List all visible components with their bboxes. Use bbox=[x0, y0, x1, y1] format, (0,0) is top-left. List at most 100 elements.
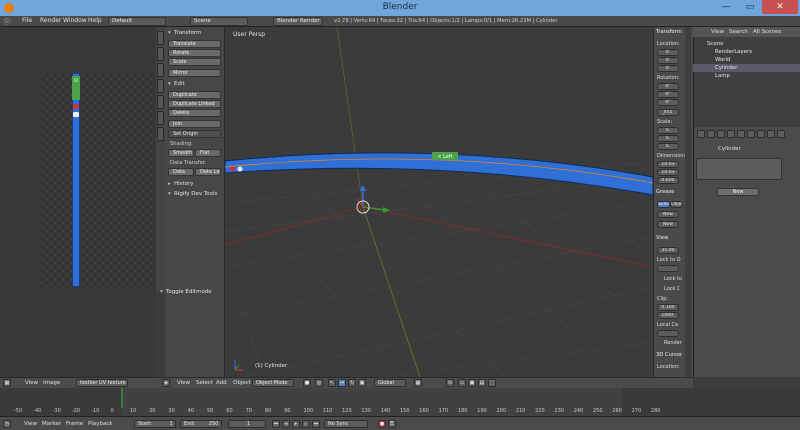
outliner-row-cylinder[interactable]: Cylinder bbox=[693, 64, 800, 72]
play-icon[interactable]: ▸ bbox=[292, 420, 300, 428]
outliner-row-renderlayers[interactable]: RenderLayers bbox=[693, 48, 800, 56]
location-x[interactable]: 0. bbox=[657, 49, 679, 56]
maximize-icon[interactable]: ▭ bbox=[738, 0, 762, 14]
dimension-y[interactable]: 10.63 bbox=[657, 169, 679, 176]
timeline-frame-menu[interactable]: Frame bbox=[66, 421, 83, 427]
rotation-x[interactable]: 0° bbox=[657, 83, 679, 90]
menu-file[interactable]: File bbox=[22, 17, 32, 24]
outliner-view-menu[interactable]: View bbox=[711, 29, 724, 35]
rotation-y[interactable]: 0° bbox=[657, 91, 679, 98]
data-button[interactable]: Data bbox=[168, 168, 194, 176]
view-panel-head[interactable]: View bbox=[656, 235, 668, 241]
end-frame-field[interactable]: End: 250 bbox=[180, 420, 222, 428]
timeline-view-menu[interactable]: View bbox=[24, 421, 37, 427]
transform-orientation-select[interactable]: Global bbox=[374, 379, 406, 387]
opengl-anim-icon[interactable]: ▤ bbox=[478, 379, 486, 387]
render-tab-icon[interactable] bbox=[697, 130, 705, 138]
world-tab-icon[interactable] bbox=[727, 130, 735, 138]
shading-mode-icon[interactable]: ● bbox=[303, 379, 311, 387]
data-layout-button[interactable]: Data Lay bbox=[195, 168, 221, 176]
timeline-marker-menu[interactable]: Marker bbox=[42, 421, 61, 427]
transform-panel-head[interactable]: Transform bbox=[165, 29, 225, 38]
vp-add-menu[interactable]: Add bbox=[216, 380, 227, 386]
scene-toggle[interactable]: Scene bbox=[657, 201, 670, 208]
scale-x[interactable]: 5. bbox=[657, 127, 679, 134]
editor-type-icon[interactable]: ◷ bbox=[3, 420, 11, 428]
rotate-button[interactable]: Rotate bbox=[168, 49, 221, 57]
location-z[interactable]: 0. bbox=[657, 65, 679, 72]
scale-z[interactable]: 5. bbox=[657, 143, 679, 150]
sync-mode-select[interactable]: No Sync bbox=[324, 420, 368, 428]
lock-camera-label[interactable]: Lock C bbox=[664, 286, 680, 292]
dimension-x[interactable]: 10.63 bbox=[657, 161, 679, 168]
scale-manipulator-icon[interactable]: ▣ bbox=[358, 379, 366, 387]
lens-field[interactable]: 35.00 bbox=[657, 247, 679, 254]
menu-render[interactable]: Render bbox=[40, 17, 61, 24]
vp-view-menu[interactable]: View bbox=[177, 380, 190, 386]
dimension-z[interactable]: 0.600 bbox=[657, 177, 679, 184]
editor-type-icon[interactable]: ▦ bbox=[3, 379, 11, 387]
properties-new-button[interactable]: New bbox=[717, 188, 759, 196]
rotation-z[interactable]: 0° bbox=[657, 99, 679, 106]
tab-create[interactable] bbox=[157, 47, 164, 61]
opengl-render-icon[interactable]: ▣ bbox=[468, 379, 476, 387]
material-tab-icon[interactable] bbox=[767, 130, 775, 138]
snap-icon[interactable]: ⊙ bbox=[446, 379, 454, 387]
join-button[interactable]: Join bbox=[168, 120, 221, 128]
tab-relations[interactable] bbox=[157, 63, 164, 77]
local-camera-field[interactable] bbox=[657, 330, 679, 337]
layers-tab-icon[interactable] bbox=[707, 130, 715, 138]
material-slot-list[interactable] bbox=[696, 158, 782, 180]
vp-object-menu[interactable]: Object bbox=[233, 380, 251, 386]
rigify-panel-head[interactable]: Rigify Dev Tools bbox=[165, 190, 225, 199]
tab-rigify[interactable] bbox=[157, 127, 164, 141]
modifiers-tab-icon[interactable] bbox=[747, 130, 755, 138]
layer-grid-icon[interactable]: ▦ bbox=[414, 379, 422, 387]
record-icon[interactable]: ● bbox=[378, 420, 386, 428]
tab-tools[interactable] bbox=[157, 31, 164, 45]
outliner-search-menu[interactable]: Search bbox=[729, 29, 748, 35]
z-arrow-icon[interactable] bbox=[360, 185, 366, 191]
tab-animation[interactable] bbox=[157, 79, 164, 93]
duplicate-button[interactable]: Duplicate bbox=[168, 91, 221, 99]
history-panel-head[interactable]: History bbox=[165, 180, 225, 189]
uv-image-menu[interactable]: Image bbox=[43, 380, 60, 386]
n-transform-head[interactable]: Transform bbox=[656, 29, 682, 35]
current-frame-field[interactable]: 1 bbox=[228, 420, 266, 428]
vp-select-menu[interactable]: Select bbox=[196, 380, 213, 386]
flat-button[interactable]: Flat bbox=[195, 149, 221, 157]
lock-object-field[interactable] bbox=[657, 265, 679, 272]
translate-manipulator-icon[interactable]: ↔ bbox=[338, 379, 346, 387]
start-frame-field[interactable]: Start: 1 bbox=[134, 420, 176, 428]
tab-grease[interactable] bbox=[157, 111, 164, 125]
menu-help[interactable]: Help bbox=[88, 17, 102, 24]
render-only-label[interactable]: Render bbox=[664, 340, 682, 346]
scene-tab-icon[interactable] bbox=[717, 130, 725, 138]
snap-element-icon[interactable]: ▫ bbox=[458, 379, 466, 387]
3d-viewport[interactable]: < Left User Persp (1) Cylinder bbox=[225, 27, 653, 377]
next-key-icon[interactable]: ▹ bbox=[302, 420, 310, 428]
clip-start[interactable]: 0.100 bbox=[657, 304, 679, 311]
lock-to-cursor-label[interactable]: Lock to bbox=[664, 276, 682, 282]
outliner-row-scene[interactable]: Scene bbox=[693, 40, 800, 48]
layout-selector[interactable]: Default bbox=[108, 17, 166, 26]
jump-start-icon[interactable]: ⏮ bbox=[272, 420, 280, 428]
grease-new-button[interactable]: New bbox=[657, 211, 679, 218]
smooth-button[interactable]: Smooth bbox=[168, 149, 194, 157]
scene-selector[interactable]: Scene bbox=[190, 17, 248, 26]
uv-image-selector[interactable]: testker UV texture bbox=[76, 379, 128, 387]
tab-physics[interactable] bbox=[157, 95, 164, 109]
outliner-display-mode[interactable]: All Scenes bbox=[753, 29, 781, 35]
info-editor-icon[interactable]: ⓘ bbox=[4, 17, 10, 26]
close-icon[interactable]: ✕ bbox=[762, 0, 798, 14]
object-toggle[interactable]: Object bbox=[670, 201, 683, 208]
uv-view-menu[interactable]: View bbox=[25, 380, 38, 386]
menu-window[interactable]: Window bbox=[63, 17, 87, 24]
keying-set-icon[interactable]: ⚿ bbox=[388, 420, 396, 428]
outliner-row-world[interactable]: World bbox=[693, 56, 800, 64]
clip-end[interactable]: 1000. bbox=[657, 312, 679, 319]
object-tab-icon[interactable] bbox=[737, 130, 745, 138]
jump-end-icon[interactable]: ⏭ bbox=[312, 420, 320, 428]
rotate-manipulator-icon[interactable]: ↻ bbox=[348, 379, 356, 387]
pivot-point-icon[interactable]: ◎ bbox=[315, 379, 323, 387]
